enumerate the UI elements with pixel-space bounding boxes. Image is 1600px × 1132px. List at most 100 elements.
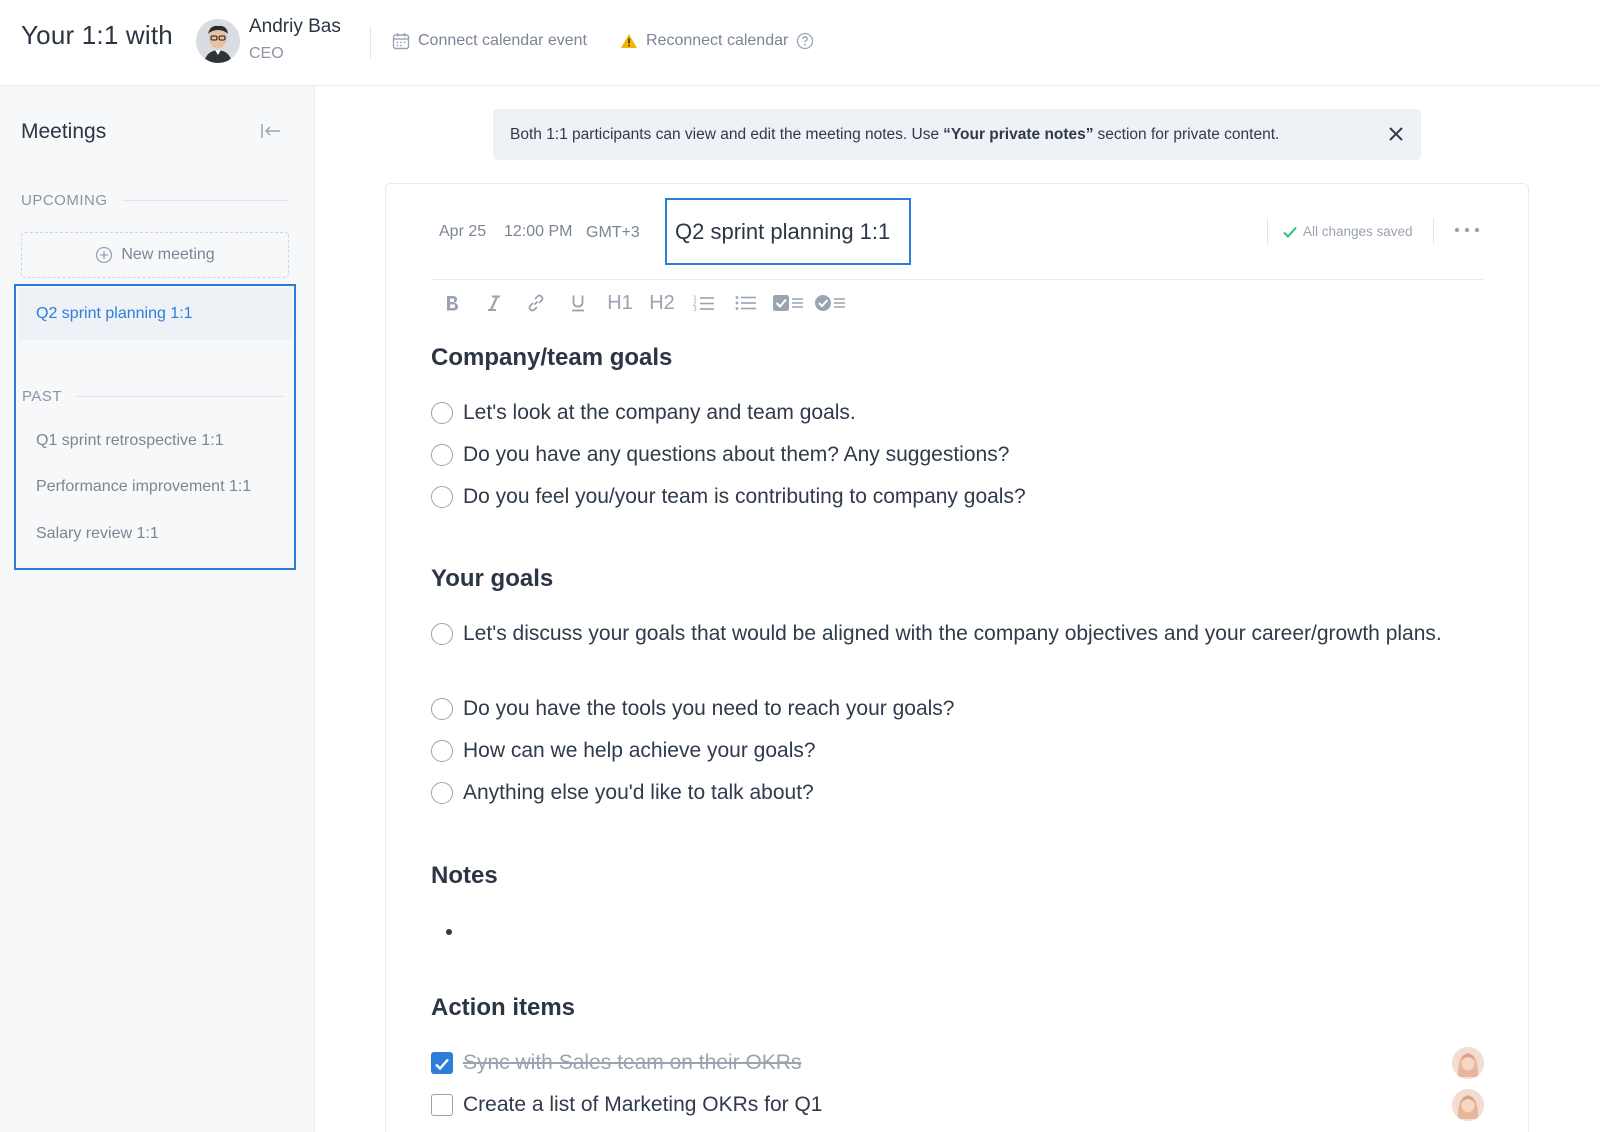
sidebar-title: Meetings — [21, 120, 107, 143]
person-name: Andriy Bas — [249, 16, 341, 37]
radio-circle[interactable] — [431, 486, 453, 508]
link-icon — [528, 294, 544, 312]
list-item-text: Do you have the tools you need to reach … — [463, 697, 955, 720]
info-banner: Both 1:1 participants can view and edit … — [493, 109, 1421, 160]
action-item-checkbox[interactable] — [431, 1052, 453, 1074]
action-item-text[interactable]: Create a list of Marketing OKRs for Q1 — [463, 1093, 822, 1116]
list-item: Anything else you'd like to talk about? — [431, 776, 1491, 809]
bold-button[interactable] — [431, 288, 473, 318]
collapse-sidebar-button[interactable] — [260, 122, 282, 145]
section-divider — [121, 200, 289, 201]
numbered-list-button[interactable]: 1 2 3 — [683, 288, 725, 318]
radio-circle[interactable] — [431, 698, 453, 720]
header-divider — [1433, 218, 1434, 244]
italic-icon — [488, 295, 500, 311]
check-circle-list-icon — [815, 295, 845, 311]
check-icon — [435, 1058, 449, 1071]
reconnect-calendar-label: Reconnect calendar — [646, 32, 789, 49]
user-avatar-icon — [196, 19, 240, 63]
action-item: Sync with Sales team on their OKRs — [431, 1046, 1491, 1079]
save-status: All changes saved — [1283, 224, 1413, 239]
new-meeting-button[interactable]: New meeting — [21, 232, 289, 278]
upcoming-label: UPCOMING — [21, 192, 108, 209]
list-item-text: How can we help achieve your goals? — [463, 739, 816, 762]
close-icon — [1389, 127, 1403, 141]
list-item: How can we help achieve your goals? — [431, 734, 1491, 767]
list-item: Do you have the tools you need to reach … — [431, 692, 1491, 725]
underline-icon — [572, 295, 584, 312]
section-divider — [76, 396, 284, 397]
assignee-avatar[interactable] — [1452, 1047, 1484, 1079]
meeting-notes-card: Apr 25 12:00 PM GMT+3 Q2 sprint planning… — [385, 183, 1529, 1132]
user-avatar-icon — [1452, 1089, 1484, 1121]
top-header: Your 1:1 with Andriy Bas CEO Connect cal… — [0, 0, 1600, 86]
action-item-checkbox[interactable] — [431, 1094, 453, 1116]
action-item-text[interactable]: Sync with Sales team on their OKRs — [463, 1051, 801, 1074]
italic-button[interactable] — [473, 288, 515, 318]
radio-circle[interactable] — [431, 402, 453, 424]
banner-text-after: section for private content. — [1097, 125, 1280, 143]
reconnect-calendar-button[interactable]: Reconnect calendar — [620, 32, 814, 50]
task-list-button[interactable] — [809, 288, 851, 318]
meeting-date[interactable]: Apr 25 — [439, 223, 486, 241]
sidebar-item-performance-improvement[interactable]: Performance improvement 1:1 — [36, 478, 251, 496]
upcoming-section-header: UPCOMING — [21, 192, 289, 209]
section-heading-notes: Notes — [431, 862, 498, 889]
radio-circle[interactable] — [431, 444, 453, 466]
svg-text:3: 3 — [693, 306, 697, 312]
plus-circle-icon — [96, 246, 113, 264]
bullet-list-icon — [735, 296, 756, 310]
list-item: Let's look at the company and team goals… — [431, 396, 1491, 429]
action-item: Create a list of Marketing OKRs for Q1 — [431, 1088, 1491, 1121]
header-divider — [1267, 218, 1268, 244]
connect-calendar-label: Connect calendar event — [418, 32, 587, 49]
meeting-title-input[interactable]: Q2 sprint planning 1:1 — [665, 198, 911, 265]
underline-button[interactable] — [557, 288, 599, 318]
link-button[interactable] — [515, 288, 557, 318]
bullet-list-button[interactable] — [725, 288, 767, 318]
banner-bold-text: “Your private notes” — [943, 125, 1094, 143]
header-divider — [370, 26, 371, 58]
past-section-header: PAST — [22, 388, 284, 405]
sidebar-item-q1-sprint-retrospective[interactable]: Q1 sprint retrospective 1:1 — [36, 432, 224, 450]
meeting-time[interactable]: 12:00 PM — [504, 223, 572, 241]
list-item-text: Let's look at the company and team goals… — [463, 401, 856, 424]
close-banner-button[interactable] — [1388, 126, 1404, 147]
heading-2-button[interactable]: H2 — [641, 288, 683, 318]
check-icon — [1283, 226, 1297, 238]
list-item: Let's discuss your goals that would be a… — [431, 617, 1491, 650]
more-dots-icon — [1454, 227, 1480, 233]
avatar[interactable] — [196, 19, 240, 63]
section-heading-your-goals: Your goals — [431, 565, 554, 592]
help-icon[interactable] — [796, 32, 814, 50]
page-title: Your 1:1 with — [21, 20, 173, 50]
list-item-text: Let's discuss your goals that would be a… — [463, 622, 1442, 645]
checkbox-list-icon — [773, 295, 803, 311]
save-status-label: All changes saved — [1303, 224, 1413, 239]
meetings-sidebar: Meetings UPCOMING New meeting Q2 sprint … — [0, 86, 315, 1132]
more-options-button[interactable] — [1454, 214, 1480, 240]
list-item: Do you feel you/your team is contributin… — [431, 480, 1491, 513]
checklist-button[interactable] — [767, 288, 809, 318]
sidebar-item-q2-sprint-planning[interactable]: Q2 sprint planning 1:1 — [18, 288, 292, 340]
radio-circle[interactable] — [431, 623, 453, 645]
list-item-text: Anything else you'd like to talk about? — [463, 781, 814, 804]
bold-icon — [447, 296, 458, 311]
empty-bullet[interactable] — [446, 929, 452, 935]
sidebar-item-salary-review[interactable]: Salary review 1:1 — [36, 525, 159, 543]
section-heading-action-items: Action items — [431, 994, 576, 1021]
collapse-left-icon — [261, 124, 280, 138]
radio-circle[interactable] — [431, 782, 453, 804]
connect-calendar-button[interactable]: Connect calendar event — [392, 32, 587, 50]
banner-text-before: Both 1:1 participants can view and edit … — [510, 125, 940, 143]
new-meeting-label: New meeting — [121, 246, 215, 263]
formatting-toolbar: H1 H2 1 2 3 — [431, 288, 851, 318]
user-avatar-icon — [1452, 1047, 1484, 1079]
heading-1-button[interactable]: H1 — [599, 288, 641, 318]
meeting-timezone[interactable]: GMT+3 — [586, 224, 640, 242]
toolbar-divider — [431, 279, 1483, 280]
numbered-list-icon: 1 2 3 — [693, 295, 714, 312]
radio-circle[interactable] — [431, 740, 453, 762]
list-item-text: Do you have any questions about them? An… — [463, 443, 1010, 466]
assignee-avatar[interactable] — [1452, 1089, 1484, 1121]
